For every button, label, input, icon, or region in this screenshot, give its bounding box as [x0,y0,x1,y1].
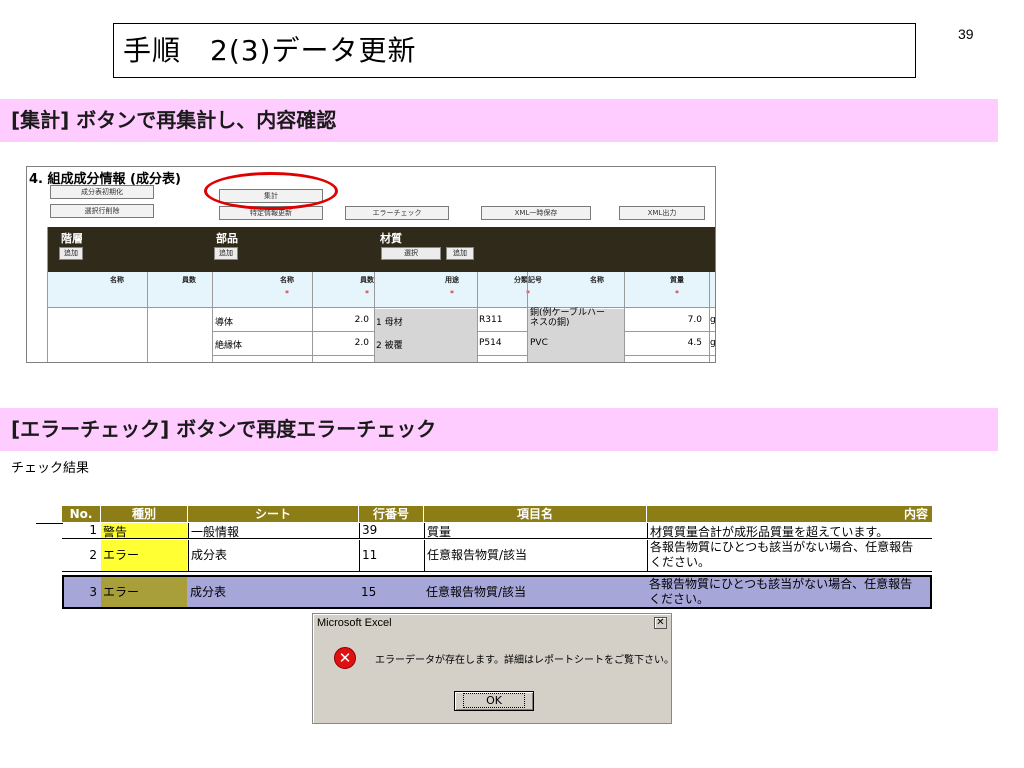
table-cell[interactable]: 2 被覆 [376,338,403,351]
part-label: 部品 [216,232,238,245]
ok-label: OK [463,693,525,708]
table-cell[interactable]: 絶縁体 [215,338,242,351]
material-label: 材質 [380,232,402,245]
section-heading-error-check: [エラーチェック] ボタンで再度エラーチェック [0,408,998,451]
required-mark: * [675,289,679,298]
page-title: 手順 2(3)データ更新 [113,23,916,78]
error-icon: ✕ [334,647,356,669]
table-row[interactable]: 2 エラー 成分表 11 任意報告物質/該当 各報告物質にひとつも該当がない場合… [62,540,932,572]
col-usage: 用途 [445,276,459,284]
col-count: 員数 [182,276,196,284]
row-content: 各報告物質にひとつも該当がない場合、任意報告 ください。 [647,540,932,571]
table-cell[interactable]: 7.0 [647,315,702,325]
row-sheet: 一般情報 [188,523,358,538]
header-type: 種別 [101,506,187,522]
highlight-ellipse [204,172,338,210]
row-line: 11 [359,540,423,571]
table-cell[interactable]: 導体 [215,315,233,328]
section-heading-aggregate: [集計] ボタンで再集計し、内容確認 [0,99,998,142]
row-no: 2 [89,548,97,562]
header-item: 項目名 [424,506,646,522]
ok-button[interactable]: OK [454,691,534,711]
unit-label: g [710,338,716,348]
material-add-button[interactable]: 追加 [446,247,474,260]
row-no: 1 [89,523,97,537]
error-check-button[interactable]: エラーチェック [345,206,449,220]
xml-output-button[interactable]: XML出力 [619,206,705,220]
row-type: 警告 [101,523,187,538]
col-name: 名称 [110,276,124,284]
col-mass: 質量 [670,276,684,284]
header-content: 内容 [647,506,932,522]
group-header-bar: 階層 追加 部品 追加 材質 選択 追加 [47,227,715,272]
col-class-code: 分類記号 [514,276,542,284]
table-cell[interactable]: 2.0 [317,315,369,325]
init-table-button[interactable]: 成分表初期化 [50,185,154,199]
required-mark: * [450,289,454,298]
material-select-button[interactable]: 選択 [381,247,441,260]
xml-temp-save-button[interactable]: XML一時保存 [481,206,591,220]
header-sheet: シート [188,506,358,522]
content-line2: ください。 [650,555,711,569]
row-item: 任意報告物質/該当 [424,540,646,571]
delete-rows-button[interactable]: 選択行削除 [50,204,154,218]
selected-row-outline [62,575,932,609]
check-result-label: チェック結果 [11,461,90,476]
part-add-button[interactable]: 追加 [214,247,238,260]
row-item: 質量 [424,523,646,538]
required-mark: * [285,289,289,298]
table-row[interactable]: 1 警告 一般情報 39 質量 材質質量合計が成形品質量を超えています。 [62,523,932,539]
table-header-row: No. 種別 シート 行番号 項目名 内容 [62,506,932,523]
required-mark: * [365,289,369,298]
material-name-line2: ネスの銅) [530,318,570,328]
required-mark: * [526,289,530,298]
hierarchy-add-button[interactable]: 追加 [59,247,83,260]
table-cell[interactable]: PVC [530,338,548,348]
row-content: 材質質量合計が成形品質量を超えています。 [647,523,932,538]
unit-label: g [710,315,716,325]
composition-sheet: 4. 組成成分情報 (成分表) 成分表初期化 選択行削除 集計 特定情報更新 エ… [26,166,716,363]
row-type: エラー [101,540,187,571]
table-cell[interactable]: R311 [479,315,502,325]
material-name-line1: 銅(例ケーブルハー [530,308,605,318]
header-no: No. [62,506,100,522]
table-cell[interactable]: 4.5 [647,338,702,348]
row-sheet: 成分表 [188,540,358,571]
table-cell[interactable]: 2.0 [317,338,369,348]
table-cell[interactable]: 1 母材 [376,315,403,328]
hierarchy-label: 階層 [61,232,83,245]
col-material-name: 名称 [590,276,604,284]
dialog-message: エラーデータが存在します。詳細はレポートシートをご覧下さい。 [375,655,674,666]
row-line: 39 [359,523,423,538]
table-cell[interactable]: 銅(例ケーブルハー ネスの銅) [530,308,605,328]
dialog-title: Microsoft Excel [315,616,669,631]
slide-number: 39 [958,26,974,42]
col-part-count: 員数 [360,276,374,284]
col-part-name: 名称 [280,276,294,284]
divider [36,523,63,524]
close-icon[interactable]: ✕ [654,617,667,629]
header-line: 行番号 [359,506,423,522]
content-line1: 各報告物質にひとつも該当がない場合、任意報告 [650,540,914,554]
table-cell[interactable]: P514 [479,338,502,348]
excel-error-dialog: Microsoft Excel ✕ ✕ エラーデータが存在します。詳細はレポート… [312,613,674,724]
